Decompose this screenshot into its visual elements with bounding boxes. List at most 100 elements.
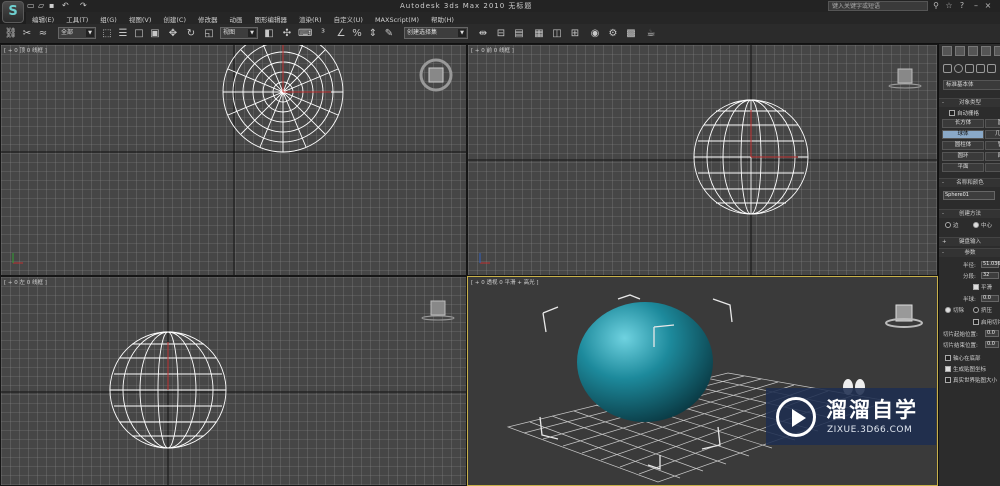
binoculars-icon[interactable]: ⚲ bbox=[930, 1, 942, 11]
shapes-icon[interactable] bbox=[954, 64, 963, 73]
modify-tab-icon[interactable] bbox=[955, 46, 965, 56]
rendered-frame-icon[interactable]: ▩ bbox=[624, 27, 638, 41]
angle-snap-icon[interactable]: ∠ bbox=[334, 27, 348, 41]
base-to-pivot-checkbox[interactable] bbox=[945, 355, 951, 361]
align-icon[interactable]: ⊟ bbox=[494, 27, 508, 41]
geometry-icon[interactable] bbox=[943, 64, 952, 73]
rotate-icon[interactable]: ↻ bbox=[184, 27, 198, 41]
unlink-icon[interactable]: ✂ bbox=[20, 27, 34, 41]
cone-button[interactable]: 圆锥体 bbox=[985, 119, 1000, 128]
rollout-header[interactable]: - 名称和颜色 bbox=[939, 178, 1000, 187]
search-input[interactable]: 键入关键字或短语 bbox=[828, 1, 928, 11]
hemisphere-field[interactable]: 0.0 bbox=[981, 295, 999, 302]
scale-icon[interactable]: ◱ bbox=[202, 27, 216, 41]
redo-icon[interactable]: ↷ bbox=[80, 1, 87, 11]
menu-customize[interactable]: 自定义(U) bbox=[328, 12, 369, 24]
object-name-field[interactable]: Sphere01 bbox=[943, 191, 995, 200]
viewcube-icon[interactable] bbox=[897, 68, 913, 84]
slice-to-field[interactable]: 0.0 bbox=[985, 341, 999, 348]
minimize-icon[interactable]: – bbox=[970, 1, 982, 11]
radius-field[interactable]: 51.036 bbox=[981, 261, 1000, 268]
spinner-snap-icon[interactable]: ⇕ bbox=[366, 27, 380, 41]
viewport-label-left[interactable]: [ + 0 左 0 线框 ] bbox=[4, 278, 47, 286]
menu-group[interactable]: 组(G) bbox=[94, 12, 123, 24]
create-tab-icon[interactable] bbox=[942, 46, 952, 56]
menu-edit[interactable]: 编辑(E) bbox=[26, 12, 60, 24]
sphere-button[interactable]: 球体 bbox=[942, 130, 984, 139]
undo-icon[interactable]: ↶ bbox=[62, 1, 69, 11]
render-setup-icon[interactable]: ⚙ bbox=[606, 27, 620, 41]
smooth-checkbox[interactable] bbox=[973, 284, 979, 290]
autogrid-checkbox[interactable] bbox=[949, 110, 955, 116]
keyboard-shortcut-icon[interactable]: ⌨ bbox=[298, 27, 312, 41]
viewport-label-top[interactable]: [ + 0 顶 0 线框 ] bbox=[4, 46, 47, 54]
hierarchy-tab-icon[interactable] bbox=[968, 46, 978, 56]
viewport-perspective[interactable]: [ + 0 透视 0 平滑 + 高光 ] bbox=[467, 276, 938, 486]
cylinder-button[interactable]: 圆柱体 bbox=[942, 141, 984, 150]
percent-snap-icon[interactable]: % bbox=[350, 27, 364, 41]
select-by-name-icon[interactable]: ☰ bbox=[116, 27, 130, 41]
generate-mapping-checkbox[interactable] bbox=[945, 366, 951, 372]
viewport-front[interactable]: [ + 0 前 0 线框 ] bbox=[467, 44, 938, 276]
viewport-label-front[interactable]: [ + 0 前 0 线框 ] bbox=[471, 46, 514, 54]
rollout-header[interactable]: - 创建方法 bbox=[939, 209, 1000, 218]
render-production-icon[interactable]: ☕ bbox=[644, 27, 658, 41]
display-tab-icon[interactable] bbox=[994, 46, 1000, 56]
edit-named-selection-icon[interactable]: ✎ bbox=[382, 27, 396, 41]
slice-on-checkbox[interactable] bbox=[973, 319, 979, 325]
pyramid-button[interactable]: 四棱锥 bbox=[985, 152, 1000, 161]
lights-icon[interactable] bbox=[965, 64, 974, 73]
selection-filter-dropdown[interactable]: 全部 ▼ bbox=[58, 27, 96, 39]
pivot-center-icon[interactable]: ◧ bbox=[262, 27, 276, 41]
rect-selection-icon[interactable]: □ bbox=[132, 27, 146, 41]
help-icon[interactable]: ? bbox=[956, 1, 968, 11]
segments-field[interactable]: 32 bbox=[981, 272, 999, 279]
new-file-icon[interactable]: ▭ bbox=[27, 1, 35, 11]
manipulate-icon[interactable]: ✣ bbox=[280, 27, 294, 41]
torus-button[interactable]: 圆环 bbox=[942, 152, 984, 161]
graphite-tools-icon[interactable]: ▦ bbox=[532, 27, 546, 41]
chop-radio[interactable] bbox=[945, 307, 951, 313]
real-world-map-checkbox[interactable] bbox=[945, 377, 951, 383]
geosphere-button[interactable]: 几何球体 bbox=[985, 130, 1000, 139]
viewport-left[interactable]: [ + 0 左 0 线框 ] bbox=[0, 276, 467, 486]
snaps-toggle-icon[interactable]: ³ bbox=[316, 27, 330, 41]
select-object-icon[interactable]: ⬚ bbox=[100, 27, 114, 41]
reference-coord-dropdown[interactable]: 视图 ▼ bbox=[220, 27, 258, 39]
edge-radio[interactable] bbox=[945, 222, 951, 228]
menu-rendering[interactable]: 渲染(R) bbox=[293, 12, 328, 24]
application-menu-button[interactable]: S bbox=[2, 1, 24, 23]
rollout-header[interactable]: - 对象类型 bbox=[939, 98, 1000, 107]
save-icon[interactable]: ▪ bbox=[49, 1, 54, 11]
mirror-icon[interactable]: ⇹ bbox=[476, 27, 490, 41]
viewcube-icon[interactable] bbox=[430, 300, 446, 316]
menu-animation[interactable]: 动画 bbox=[224, 12, 249, 24]
menu-maxscript[interactable]: MAXScript(M) bbox=[369, 14, 425, 24]
schematic-view-icon[interactable]: ⊞ bbox=[568, 27, 582, 41]
plane-button[interactable]: 平面 bbox=[942, 163, 984, 172]
menu-help[interactable]: 帮助(H) bbox=[425, 12, 460, 24]
squash-radio[interactable] bbox=[973, 307, 979, 313]
close-icon[interactable]: × bbox=[982, 1, 994, 11]
bind-spacewarp-icon[interactable]: ≈ bbox=[36, 27, 50, 41]
menu-create[interactable]: 创建(C) bbox=[157, 12, 192, 24]
named-selection-dropdown[interactable]: 创建选择集 ▼ bbox=[404, 27, 468, 39]
primitive-category-dropdown[interactable]: 标准基本体 bbox=[943, 80, 1000, 90]
slice-from-field[interactable]: 0.0 bbox=[985, 330, 999, 337]
select-link-icon[interactable]: ⛓ bbox=[4, 27, 18, 41]
move-icon[interactable]: ✥ bbox=[166, 27, 180, 41]
curve-editor-icon[interactable]: ◫ bbox=[550, 27, 564, 41]
material-editor-icon[interactable]: ◉ bbox=[588, 27, 602, 41]
menu-modifiers[interactable]: 修改器 bbox=[192, 12, 224, 24]
viewport-label-perspective[interactable]: [ + 0 透视 0 平滑 + 高光 ] bbox=[471, 278, 539, 286]
star-icon[interactable]: ☆ bbox=[943, 1, 955, 11]
tube-button[interactable]: 管状体 bbox=[985, 141, 1000, 150]
layer-manager-icon[interactable]: ▤ bbox=[512, 27, 526, 41]
helpers-icon[interactable] bbox=[987, 64, 996, 73]
window-crossing-icon[interactable]: ▣ bbox=[148, 27, 162, 41]
motion-tab-icon[interactable] bbox=[981, 46, 991, 56]
rollout-header[interactable]: - 参数 bbox=[939, 248, 1000, 257]
menu-views[interactable]: 视图(V) bbox=[123, 12, 158, 24]
menu-graph-editors[interactable]: 图形编辑器 bbox=[249, 12, 294, 24]
box-button[interactable]: 长方体 bbox=[942, 119, 984, 128]
